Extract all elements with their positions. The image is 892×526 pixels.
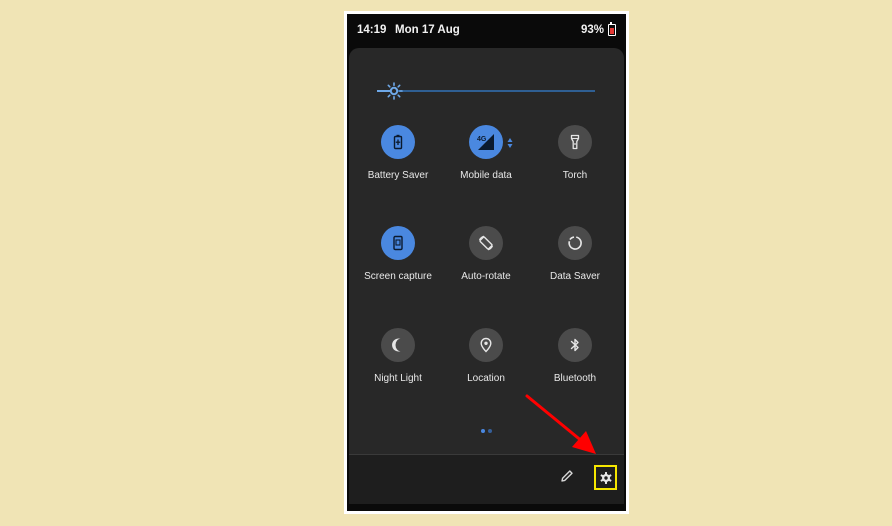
- tile-screen-capture[interactable]: Screen capture: [358, 226, 438, 296]
- battery-percentage: 93%: [580, 24, 604, 36]
- tile-label: Bluetooth: [553, 373, 597, 384]
- battery-saver-icon[interactable]: [381, 125, 415, 159]
- status-bar: 14:19 Mon 17 Aug 93%: [347, 14, 626, 48]
- status-time: 14:19: [357, 24, 387, 36]
- phone-screen: 14:19 Mon 17 Aug 93% Battery Saver 4G Mo…: [347, 14, 626, 511]
- torch-icon[interactable]: [558, 125, 592, 159]
- tile-label: Data Saver: [549, 271, 601, 282]
- edit-icon[interactable]: [559, 468, 575, 484]
- night-light-icon[interactable]: [381, 328, 415, 362]
- tile-label: Battery Saver: [367, 170, 429, 181]
- bluetooth-icon[interactable]: [558, 328, 592, 362]
- tile-bluetooth[interactable]: Bluetooth: [535, 328, 615, 398]
- network-type-badge: 4G: [477, 136, 487, 143]
- tile-data-saver[interactable]: Data Saver: [535, 226, 615, 296]
- tile-label: Screen capture: [364, 271, 432, 282]
- quick-settings-footer: [349, 454, 624, 504]
- brightness-icon[interactable]: [385, 82, 403, 100]
- location-icon[interactable]: [469, 328, 503, 362]
- tile-label: Mobile data: [460, 170, 512, 181]
- tile-battery-saver[interactable]: Battery Saver: [358, 125, 438, 195]
- tile-location[interactable]: Location: [446, 328, 526, 398]
- gear-icon: [599, 471, 612, 484]
- page-indicator-dot: [488, 429, 492, 433]
- page-indicator-dot-active: [481, 429, 485, 433]
- status-date: Mon 17 Aug: [395, 24, 460, 36]
- tile-auto-rotate[interactable]: Auto-rotate: [446, 226, 526, 296]
- tile-label: Night Light: [374, 373, 422, 384]
- settings-button[interactable]: [594, 465, 617, 490]
- auto-rotate-icon[interactable]: [469, 226, 503, 260]
- tile-label: Auto-rotate: [461, 271, 511, 282]
- tile-mobile-data[interactable]: 4G Mobile data: [446, 125, 526, 195]
- data-saver-icon[interactable]: [558, 226, 592, 260]
- screen-capture-icon[interactable]: [381, 226, 415, 260]
- tile-label: Location: [467, 373, 505, 384]
- data-activity-arrows-icon: [507, 138, 513, 148]
- battery-icon: [608, 22, 616, 36]
- tile-label: Torch: [562, 170, 588, 181]
- footer-divider: [349, 454, 624, 455]
- mobile-data-icon[interactable]: 4G: [469, 125, 503, 159]
- tile-torch[interactable]: Torch: [535, 125, 615, 195]
- tile-night-light[interactable]: Night Light: [358, 328, 438, 398]
- brightness-slider-track[interactable]: [377, 90, 595, 92]
